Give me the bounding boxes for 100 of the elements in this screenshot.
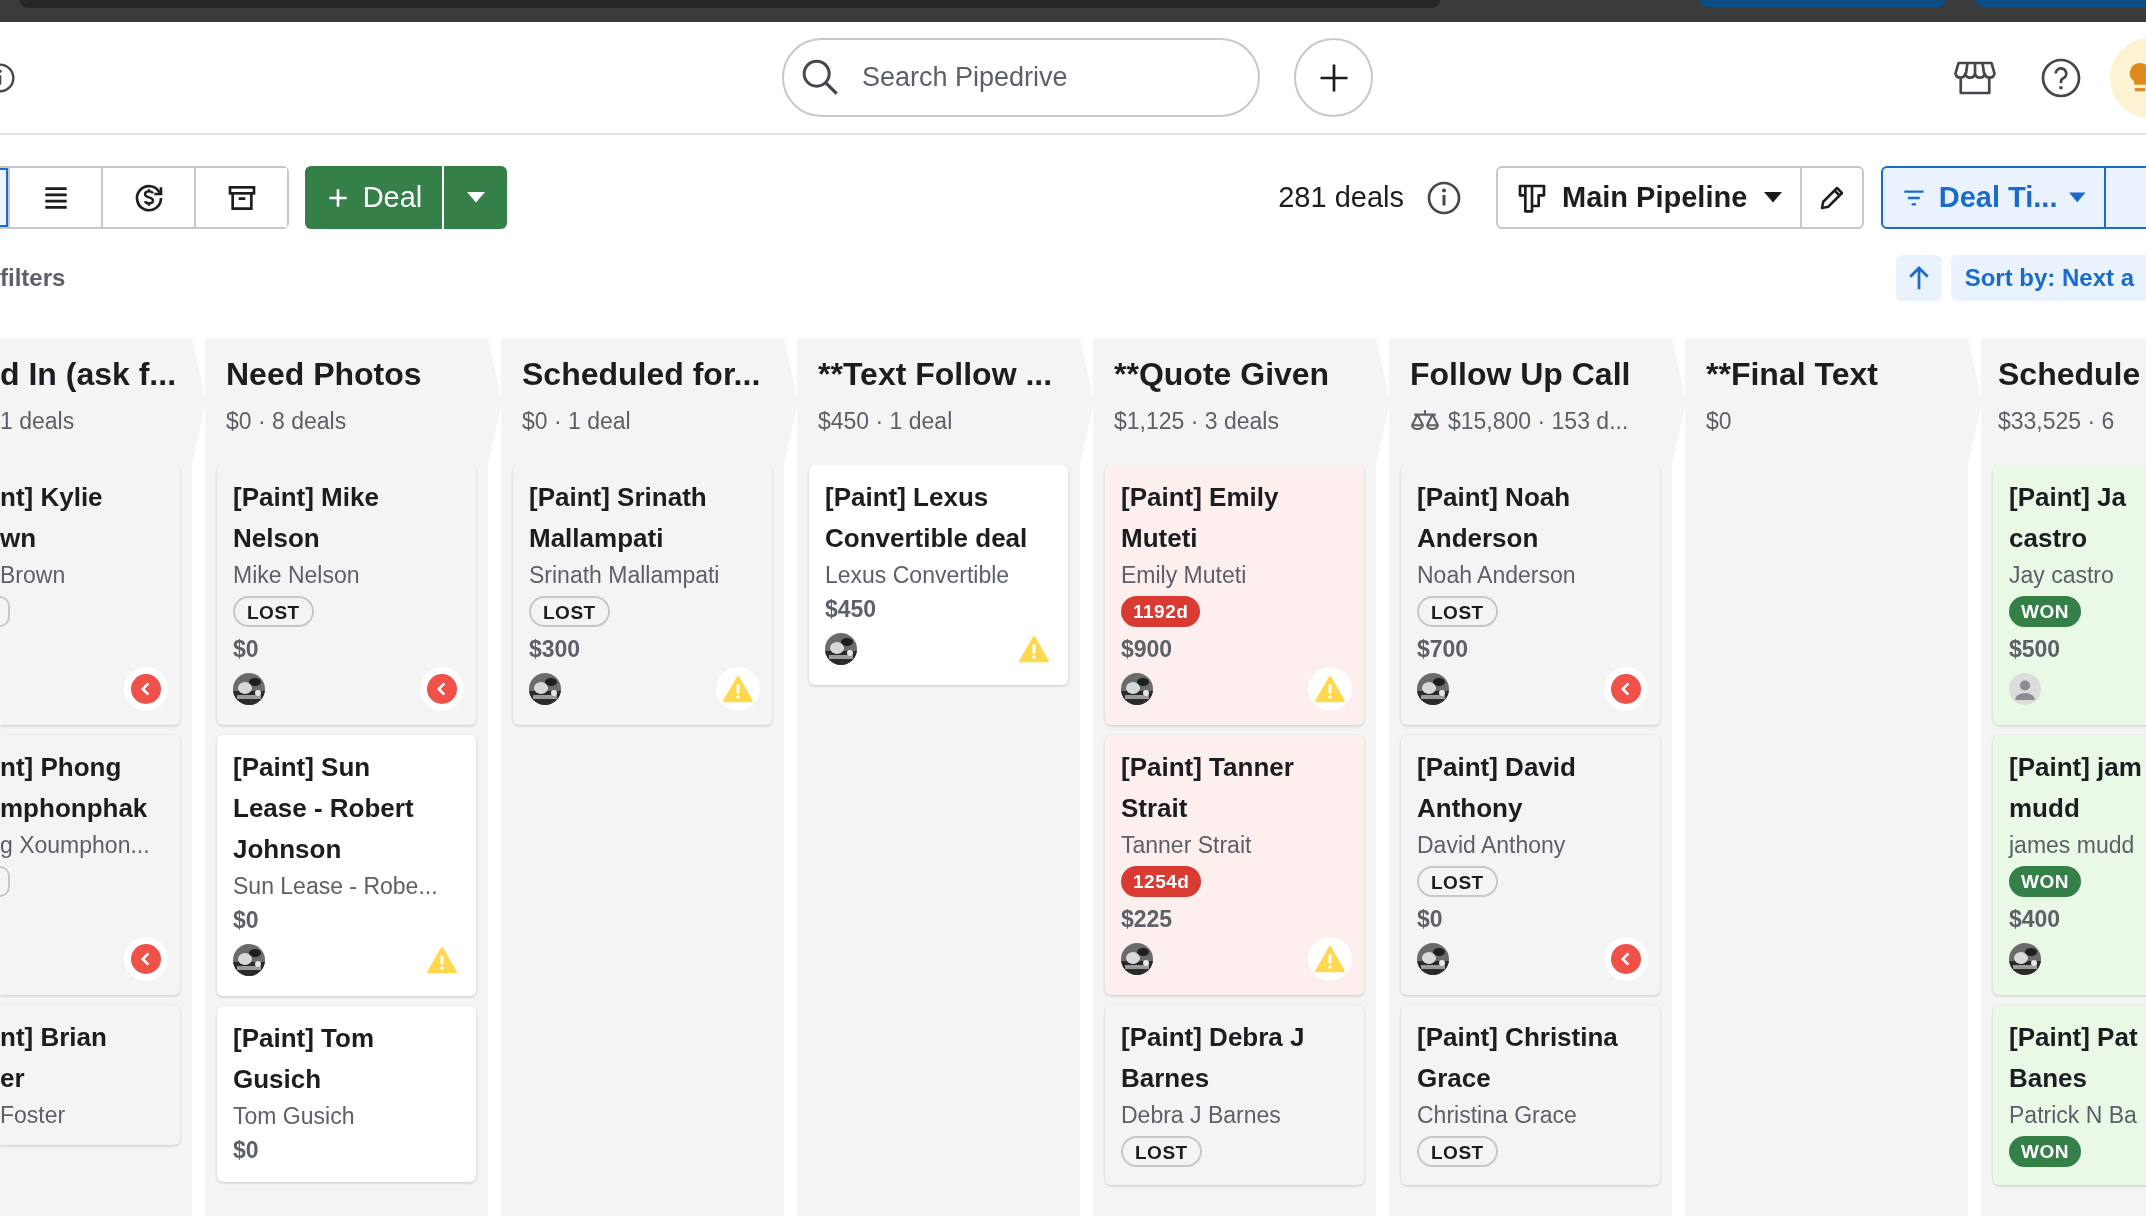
deal-title: nt] Phong mphonphak: [0, 751, 148, 825]
filter-dropdown[interactable]: Deal Ti...: [1881, 166, 2106, 229]
contact-name: g Xoumphon...: [0, 831, 150, 860]
deal-title: [Paint] Mike Nelson: [233, 481, 379, 555]
chevron-left-icon: [427, 674, 457, 704]
deal-title: nt] Brian er: [0, 1021, 107, 1095]
stage-summary: $450 · 1 deal: [818, 407, 953, 436]
contact-name: Christina Grace: [1417, 1101, 1577, 1130]
deal-title: [Paint] Tom Gusich: [233, 1022, 375, 1096]
deal-card[interactable]: [Paint] Christina Grace Christina Grace LOST: [1401, 1005, 1660, 1185]
stage-summary: $0 · 1 deal: [522, 407, 631, 436]
overdue-indicator[interactable]: [124, 667, 168, 711]
help-icon[interactable]: [2040, 56, 2082, 99]
deal-card[interactable]: [Paint] Lexus Convertible deal Lexus Convertible $450: [809, 465, 1068, 685]
deal-value: $0: [1417, 905, 1443, 934]
add-deal-button[interactable]: Deal: [305, 166, 442, 229]
contact-name: Jay castro: [2009, 561, 2114, 590]
status-badge: LOST: [1417, 866, 1498, 897]
warning-icon: [1315, 674, 1345, 704]
deal-value: $450: [825, 595, 877, 624]
caret-icon: [1764, 191, 1782, 204]
deal-card[interactable]: [Paint] Pat Banes Patrick N Ba WON: [1993, 1005, 2146, 1185]
stage-title: Need Photos: [226, 355, 423, 394]
status-badge: LOST: [233, 596, 314, 627]
stage-summary: $15,800 · 153 d...: [1448, 407, 1629, 436]
stage-summary: $1,125 · 3 deals: [1114, 407, 1279, 436]
contact-name: Patrick N Ba: [2009, 1101, 2137, 1130]
chevron-left-icon: [1611, 944, 1641, 974]
status-badge: WON: [2009, 866, 2081, 897]
deal-card[interactable]: [Paint] Mike Nelson Mike Nelson LOST $0: [217, 465, 476, 725]
contact-name: Sun Lease - Robe...: [233, 872, 438, 901]
contact-name: Noah Anderson: [1417, 561, 1576, 590]
overdue-indicator[interactable]: [1604, 667, 1648, 711]
stage-title: **Final Text: [1706, 355, 1879, 394]
chevron-left-icon: [1611, 674, 1641, 704]
status-badge: 1192d: [1121, 596, 1201, 627]
deal-card[interactable]: [Paint] jam mudd james mudd WON $400: [1993, 735, 2146, 995]
deal-card[interactable]: [Paint] Ja castro Jay castro WON $500: [1993, 465, 2146, 725]
add-deal-menu-button[interactable]: [444, 166, 507, 229]
contact-name: Lexus Convertible: [825, 561, 1010, 590]
deal-card[interactable]: [Paint] David Anthony David Anthony LOST $0: [1401, 735, 1660, 995]
stage-summary: 1 deals: [0, 407, 75, 436]
status-badge: WON: [2009, 596, 2081, 627]
deal-value: $0: [233, 1136, 259, 1165]
sort-direction-button[interactable]: [1895, 255, 1942, 301]
deal-value: $500: [2009, 635, 2061, 664]
deal-value: $700: [1417, 635, 1469, 664]
warning-icon: [1019, 634, 1049, 664]
overdue-indicator[interactable]: [124, 937, 168, 981]
overdue-indicator[interactable]: [1604, 937, 1648, 981]
contact-name: Foster: [0, 1101, 66, 1130]
deal-card[interactable]: [Paint] Tanner Strait Tanner Strait 1254d $225: [1105, 735, 1364, 995]
caret-icon: [2069, 191, 2086, 204]
deal-title: [Paint] Noah Anderson: [1417, 481, 1571, 555]
deal-value: $225: [1121, 905, 1173, 934]
search-field[interactable]: Search Pipedrive: [782, 38, 1260, 117]
overdue-indicator[interactable]: [420, 667, 464, 711]
deal-card[interactable]: nt] Brian er Foster: [0, 1005, 180, 1145]
stage-title: Schedule: [1998, 355, 2142, 394]
chevron-left-icon: [131, 944, 161, 974]
deal-title: [Paint] Emily Muteti: [1121, 481, 1279, 555]
contact-name: james mudd: [2009, 831, 2135, 860]
stage-summary: $33,525 · 6: [1998, 407, 2115, 436]
status-badge: LOST: [1417, 596, 1498, 627]
deal-title: [Paint] David Anthony: [1417, 751, 1576, 825]
status-badge: LOST: [1417, 1136, 1498, 1167]
sort-button[interactable]: Sort by: Next a: [1950, 255, 2146, 301]
view-toggle[interactable]: [194, 168, 287, 227]
deal-title: [Paint] Tanner Strait: [1121, 751, 1294, 825]
deal-card[interactable]: [Paint] Noah Anderson Noah Anderson LOST $700: [1401, 465, 1660, 725]
warning-icon: [1315, 944, 1345, 974]
info-icon[interactable]: [1426, 179, 1462, 216]
deal-card[interactable]: nt] Phong mphonphak g Xoumphon...: [0, 735, 180, 995]
status-badge: LOST: [1121, 1136, 1202, 1167]
warning-icon: [723, 674, 753, 704]
deal-card[interactable]: [Paint] Debra J Barnes Debra J Barnes LOST: [1105, 1005, 1364, 1185]
deal-card[interactable]: [Paint] Emily Muteti Emily Muteti 1192d $900: [1105, 465, 1364, 725]
deal-title: [Paint] Debra J Barnes: [1121, 1021, 1305, 1095]
deal-card[interactable]: [Paint] Sun Lease - Robert Johnson Sun Lease - Robe... $0: [217, 735, 476, 996]
stage-title: d In (ask f...: [0, 355, 178, 394]
stage-title: Follow Up Call: [1410, 355, 1632, 394]
deal-card[interactable]: [Paint] Srinath Mallampati Srinath Mallampati LOST $300: [513, 465, 772, 725]
search-icon: [800, 57, 840, 97]
deal-value: $900: [1121, 635, 1173, 664]
filters-label: filters: [0, 264, 66, 292]
deal-value: $400: [2009, 905, 2061, 934]
contact-name: Mike Nelson: [233, 561, 360, 590]
stage-summary: $0: [1706, 407, 1732, 436]
deal-title: [Paint] Ja castro: [2009, 481, 2127, 555]
deal-title: [Paint] jam mudd: [2009, 751, 2142, 825]
deal-value: $300: [529, 635, 581, 664]
deal-title: [Paint] Pat Banes: [2009, 1021, 2138, 1095]
deal-title: [Paint] Sun Lease - Robert Johnson: [233, 751, 414, 866]
deal-card[interactable]: [Paint] Tom Gusich Tom Gusich $0: [217, 1006, 476, 1182]
status-badge: 1254d: [1121, 866, 1202, 897]
contact-name: Srinath Mallampati: [529, 561, 720, 590]
deal-card[interactable]: nt] Kylie wn Brown: [0, 465, 180, 725]
stage-summary: $0 · 8 deals: [226, 407, 347, 436]
deal-title: nt] Kylie wn: [0, 481, 103, 555]
caret-icon: [466, 191, 485, 204]
